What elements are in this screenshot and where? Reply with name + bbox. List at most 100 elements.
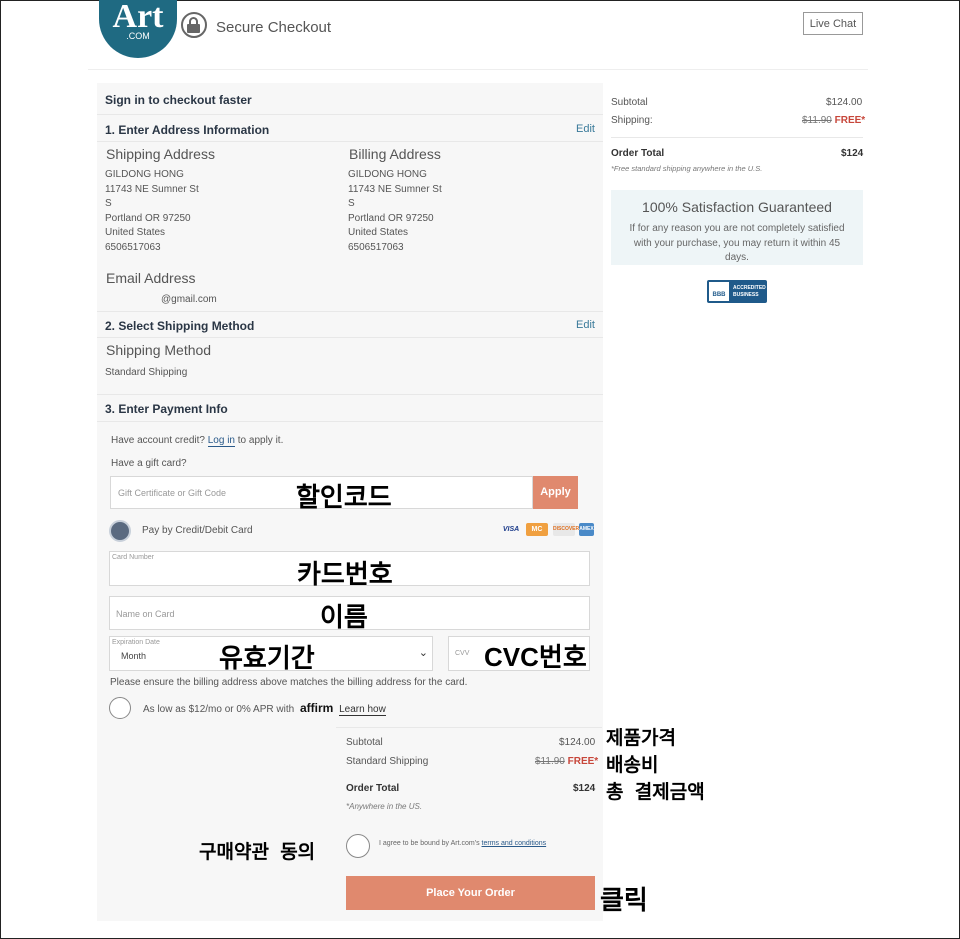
annotation-gift-code: 할인코드 — [296, 482, 392, 512]
logo-sub: .COM — [126, 31, 150, 41]
address-line: United States — [105, 227, 166, 239]
credit-card-radio[interactable] — [109, 520, 131, 542]
summary-subtotal-value: $124.00 — [559, 737, 596, 748]
annotation-product-price: 제품가격 — [606, 728, 676, 749]
email-value: @gmail.com — [161, 294, 217, 305]
cvv-placeholder: CVV — [455, 650, 470, 657]
sidebar-shipping-values: $11.90 FREE* — [802, 115, 865, 126]
annotation-card-number: 카드번호 — [297, 559, 393, 589]
divider — [336, 727, 602, 728]
sign-in-link[interactable]: Sign in to checkout faster — [105, 93, 252, 107]
sidebar-subtotal-value: $124.00 — [826, 97, 863, 108]
discover-icon: DISCOVER — [553, 523, 579, 536]
divider — [97, 311, 603, 312]
address-line: 6506517063 — [348, 241, 404, 253]
live-chat-button[interactable]: Live Chat — [803, 12, 863, 35]
guarantee-box: 100% Satisfaction Guaranteed If for any … — [611, 190, 863, 265]
summary-shipping-values: $11.90 FREE* — [535, 756, 598, 767]
summary-total-label: Order Total — [346, 783, 400, 794]
billing-address-block: GILDONG HONG 11743 NE Sumner St S Portla… — [348, 168, 442, 256]
summary-subtotal-label: Subtotal — [346, 737, 383, 748]
header-divider — [88, 69, 868, 70]
annotation-terms: 구매약관 동의 — [199, 842, 316, 863]
bbb-badge[interactable]: BBB ACCREDITED BUSINESS — [707, 280, 767, 303]
bbb-logo-icon: BBB — [709, 282, 729, 301]
affirm-text: As low as $12/mo or 0% APR with — [143, 704, 295, 715]
annotation-cvc: CVC번호 — [484, 642, 587, 672]
divider — [611, 137, 863, 138]
annotation-name: 이름 — [320, 602, 368, 632]
apply-button[interactable]: Apply — [533, 476, 578, 509]
expiration-value: Month — [121, 651, 147, 661]
address-line: GILDONG HONG — [348, 169, 427, 180]
card-number-label: Card Number — [112, 554, 155, 561]
expiration-label: Expiration Date — [112, 639, 160, 646]
sidebar-total-label: Order Total — [611, 148, 665, 159]
step2-title: 2. Select Shipping Method — [105, 319, 255, 333]
login-link[interactable]: Log in — [207, 435, 235, 447]
credit-suffix: to apply it. — [237, 435, 284, 446]
bbb-label: ACCREDITED BUSINESS — [733, 285, 766, 298]
divider — [97, 394, 603, 395]
address-line: GILDONG HONG — [105, 169, 184, 180]
address-line: Portland OR 97250 — [348, 212, 434, 224]
learn-how-link[interactable]: Learn how — [339, 704, 386, 716]
logo-main: Art — [112, 0, 164, 35]
amex-icon: AMEX — [579, 523, 594, 536]
name-placeholder: Name on Card — [116, 609, 175, 619]
gift-code-placeholder: Gift Certificate or Gift Code — [118, 488, 227, 498]
place-order-button[interactable]: Place Your Order — [346, 876, 595, 910]
credit-prefix: Have account credit? — [111, 435, 205, 446]
account-credit-line: Have account credit? Log in to apply it. — [111, 434, 283, 449]
divider — [97, 141, 603, 142]
step2-edit-link[interactable]: Edit — [576, 319, 595, 331]
sidebar-shipping-label: Shipping: — [611, 115, 653, 126]
visa-icon: VISA — [502, 526, 520, 533]
guarantee-title: 100% Satisfaction Guaranteed — [642, 199, 832, 215]
secure-checkout-label: Secure Checkout — [216, 19, 332, 36]
terms-line: I agree to be bound by Art.com's terms a… — [379, 840, 546, 847]
summary-note: *Anywhere in the US. — [346, 802, 423, 811]
sidebar-shipping-free: FREE* — [834, 115, 866, 126]
address-line: 6506517063 — [105, 241, 161, 253]
affirm-line: As low as $12/mo or 0% APR with affirm L… — [143, 701, 386, 718]
lock-body — [187, 24, 200, 33]
summary-shipping-old: $11.90 — [535, 756, 565, 767]
email-title: Email Address — [106, 270, 196, 286]
terms-checkbox[interactable] — [346, 834, 370, 858]
agree-text: I agree to be bound by Art.com's — [379, 840, 480, 847]
address-line: S — [348, 198, 355, 210]
gift-card-label: Have a gift card? — [111, 458, 187, 469]
affirm-logo: affirm — [299, 701, 334, 715]
summary-shipping-label: Standard Shipping — [346, 756, 429, 767]
step1-edit-link[interactable]: Edit — [576, 123, 595, 135]
shipping-method-title: Shipping Method — [106, 342, 212, 358]
address-line: 11743 NE Sumner St — [348, 183, 442, 195]
billing-address-title: Billing Address — [349, 146, 441, 162]
sidebar-note: *Free standard shipping anywhere in the … — [611, 164, 763, 173]
address-line: United States — [348, 227, 409, 239]
annotation-shipping-fee: 배송비 — [606, 755, 659, 776]
divider — [97, 337, 603, 338]
summary-shipping-free: FREE* — [567, 756, 599, 767]
step1-title: 1. Enter Address Information — [105, 123, 270, 137]
annotation-click: 클릭 — [600, 885, 648, 915]
sidebar-total-value: $124 — [841, 148, 864, 159]
divider — [97, 114, 603, 115]
chevron-down-icon: ⌄ — [418, 647, 428, 659]
address-line: S — [105, 198, 112, 210]
sidebar-subtotal-label: Subtotal — [611, 97, 648, 108]
terms-link[interactable]: terms and conditions — [482, 840, 547, 847]
summary-total-value: $124 — [573, 783, 596, 794]
step3-title: 3. Enter Payment Info — [105, 402, 228, 416]
address-line: Portland OR 97250 — [105, 212, 191, 224]
pay-card-label: Pay by Credit/Debit Card — [142, 525, 253, 536]
annotation-total-payment: 총 결제금액 — [606, 782, 705, 803]
billing-note: Please ensure the billing address above … — [110, 677, 468, 688]
shipping-address-title: Shipping Address — [106, 146, 215, 162]
address-line: 11743 NE Sumner St — [105, 183, 199, 195]
sidebar-shipping-old: $11.90 — [802, 115, 832, 126]
affirm-radio[interactable] — [109, 697, 131, 719]
mastercard-icon: MC — [526, 523, 548, 536]
annotation-expiry: 유효기간 — [219, 643, 315, 673]
